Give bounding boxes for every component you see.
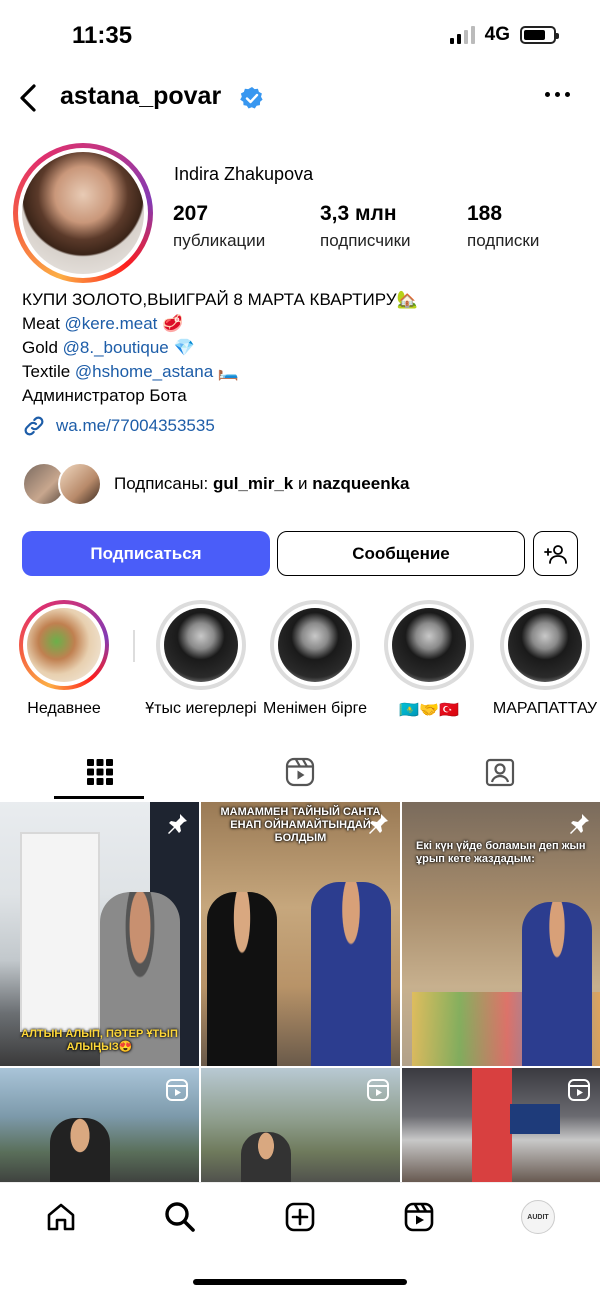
- post-tile[interactable]: [0, 1068, 199, 1182]
- post-tile[interactable]: [201, 1068, 400, 1182]
- mutual-follower-avatar: [58, 462, 102, 506]
- bio-line: Администратор Бота: [22, 386, 187, 405]
- highlight-label: Ұтыс иегерлері: [145, 700, 257, 717]
- stat-value: 207: [173, 202, 209, 225]
- back-arrow-icon[interactable]: [14, 80, 46, 116]
- link-text[interactable]: wa.me/77004353535: [56, 416, 215, 436]
- add-person-icon: [543, 544, 567, 564]
- reel-icon: [367, 1079, 389, 1101]
- reels-icon: [285, 757, 315, 787]
- bio-line: Textile @hshome_astana 🛏️: [22, 362, 240, 381]
- post-caption: АЛТЫН АЛЫП, ПӘТЕР ҰТЫП АЛЫҢЫЗ😍: [21, 1028, 178, 1053]
- full-name: Indira Zhakupova: [174, 164, 314, 184]
- profile-tabs: [0, 744, 600, 800]
- reel-icon: [166, 1079, 188, 1101]
- highlight-item[interactable]: 🇰🇿🤝🇹🇷: [370, 600, 488, 720]
- post-caption: Екі күн үйде боламын деп жын ұрып кете ж…: [416, 840, 586, 865]
- status-time: 11:35: [72, 22, 133, 49]
- tagged-icon: [485, 758, 515, 787]
- suggest-people-button[interactable]: [533, 531, 578, 576]
- nav-reels[interactable]: [399, 1197, 439, 1237]
- stat-label: подписчики: [320, 231, 411, 250]
- tab-tagged[interactable]: [400, 744, 600, 800]
- tab-reels[interactable]: [200, 744, 400, 800]
- bio-line: КУПИ ЗОЛОТО,ВЫИГРАЙ 8 МАРТА КВАРТИРУ🏡: [22, 290, 418, 309]
- post-tile[interactable]: [402, 1068, 600, 1182]
- post-tile[interactable]: МАМАММЕН ТАЙНЫЙ САНТА ЕНАП ОЙНАМАЙТЫНДАЙ…: [201, 802, 400, 1066]
- tab-grid[interactable]: [0, 744, 200, 800]
- nav-create[interactable]: [280, 1197, 320, 1237]
- stat-value: 188: [467, 202, 503, 225]
- mention-link[interactable]: @kere.meat: [65, 314, 158, 333]
- battery-icon: [520, 26, 559, 44]
- more-options-icon[interactable]: [545, 92, 570, 97]
- search-icon: [165, 1202, 195, 1232]
- stat-value: 3,3 млн: [320, 202, 397, 225]
- create-icon: [285, 1202, 315, 1232]
- username: astana_povar: [60, 82, 222, 110]
- bio: КУПИ ЗОЛОТО,ВЫИГРАЙ 8 МАРТА КВАРТИРУ🏡 Me…: [22, 288, 582, 408]
- link-icon: [24, 416, 44, 436]
- reels-icon: [404, 1202, 434, 1232]
- verified-badge-icon: [240, 87, 263, 109]
- followed-by[interactable]: Подписаны: gul_mir_k и nazqueenka: [22, 462, 410, 506]
- message-button[interactable]: Сообщение: [277, 531, 525, 576]
- status-bar: 11:35 4G: [0, 0, 600, 70]
- follow-button[interactable]: Подписаться: [22, 531, 270, 576]
- post-tile[interactable]: Екі күн үйде боламын деп жын ұрып кете ж…: [402, 802, 600, 1066]
- stat-posts[interactable]: 207 публикации: [173, 202, 265, 251]
- highlight-label: Менімен бірге: [263, 700, 367, 717]
- pin-icon: [570, 814, 589, 834]
- highlight-label: Недавнее: [27, 700, 101, 717]
- mention-link[interactable]: @8._boutique: [63, 338, 169, 357]
- followed-by-text: Подписаны: gul_mir_k и nazqueenka: [114, 474, 410, 493]
- profile-avatar-icon: AUDIT: [521, 1200, 555, 1234]
- bottom-navigation: AUDIT: [0, 1182, 600, 1297]
- reel-icon: [568, 1079, 590, 1101]
- highlight-item[interactable]: Ұтыс иегерлері: [142, 600, 260, 718]
- mention-link[interactable]: @hshome_astana: [75, 362, 213, 381]
- profile-avatar[interactable]: [13, 143, 153, 283]
- highlight-item[interactable]: Менімен бірге: [256, 600, 374, 718]
- nav-home[interactable]: [41, 1197, 81, 1237]
- bio-line: Gold @8._boutique 💎: [22, 338, 195, 357]
- stat-following[interactable]: 188 подписки: [467, 202, 539, 251]
- bio-line: Meat @kere.meat 🥩: [22, 314, 184, 333]
- profile-header: astana_povar: [0, 76, 600, 120]
- status-icons: 4G: [449, 24, 559, 46]
- bio-link[interactable]: wa.me/77004353535: [22, 414, 215, 438]
- active-tab-indicator: [54, 796, 144, 799]
- network-type: 4G: [484, 24, 510, 45]
- stat-followers[interactable]: 3,3 млн подписчики: [320, 202, 411, 251]
- avatar-image: [22, 152, 144, 274]
- signal-icon: [449, 26, 475, 44]
- highlight-label: МАРАПАТТАУ: [492, 700, 598, 717]
- nav-search[interactable]: [160, 1197, 200, 1237]
- highlight-item[interactable]: Недавнее: [5, 600, 123, 718]
- stat-label: публикации: [173, 231, 266, 250]
- stat-label: подписки: [467, 231, 540, 250]
- highlights-divider: [133, 630, 135, 662]
- pin-icon: [168, 814, 187, 834]
- highlight-item[interactable]: МАРАПАТТАУ: [486, 600, 600, 718]
- posts-grid: АЛТЫН АЛЫП, ПӘТЕР ҰТЫП АЛЫҢЫЗ😍 МАМАММЕН …: [0, 802, 600, 1182]
- home-icon: [47, 1203, 75, 1231]
- grid-icon: [87, 759, 113, 785]
- post-tile[interactable]: АЛТЫН АЛЫП, ПӘТЕР ҰТЫП АЛЫҢЫЗ😍: [0, 802, 199, 1066]
- home-indicator: [193, 1279, 407, 1285]
- story-highlights: Недавнее Ұтыс иегерлері Менімен бірге 🇰🇿…: [0, 600, 600, 720]
- nav-profile[interactable]: AUDIT: [518, 1197, 558, 1237]
- pin-icon: [369, 814, 388, 834]
- highlight-label: 🇰🇿🤝🇹🇷: [399, 702, 459, 719]
